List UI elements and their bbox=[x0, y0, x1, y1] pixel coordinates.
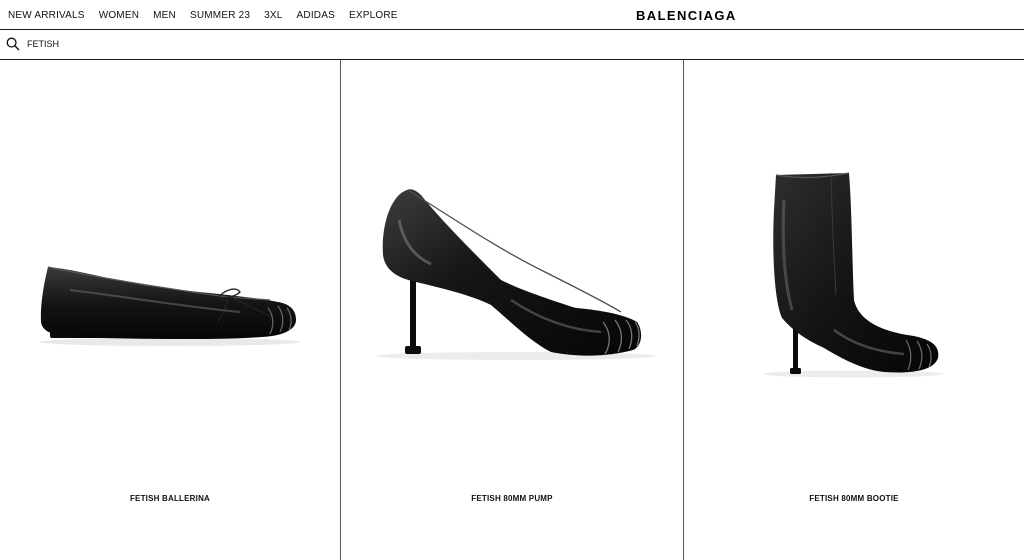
main-nav: NEW ARRIVALS WOMEN MEN SUMMER 23 3XL ADI… bbox=[8, 10, 412, 21]
product-image-bootie[interactable] bbox=[684, 60, 1024, 460]
product-name[interactable]: FETISH BALLERINA bbox=[0, 494, 340, 503]
nav-adidas[interactable]: ADIDAS bbox=[297, 10, 335, 21]
nav-women[interactable]: WOMEN bbox=[99, 10, 139, 21]
nav-men[interactable]: MEN bbox=[153, 10, 176, 21]
product-image-ballerina[interactable] bbox=[0, 60, 340, 460]
nav-3xl[interactable]: 3XL bbox=[264, 10, 282, 21]
top-navigation-bar: NEW ARRIVALS WOMEN MEN SUMMER 23 3XL ADI… bbox=[0, 0, 1024, 30]
nav-new-arrivals[interactable]: NEW ARRIVALS bbox=[8, 10, 85, 21]
search-bar bbox=[0, 30, 1024, 60]
nav-summer-23[interactable]: SUMMER 23 bbox=[190, 10, 250, 21]
search-icon[interactable] bbox=[6, 37, 20, 51]
nav-explore[interactable]: EXPLORE bbox=[349, 10, 398, 21]
product-image-pump[interactable] bbox=[341, 60, 684, 460]
search-input[interactable] bbox=[27, 36, 327, 52]
brand-logo[interactable]: BALENCIAGA bbox=[636, 8, 737, 23]
product-card-bootie[interactable]: FETISH 80MM BOOTIE bbox=[683, 60, 1024, 560]
product-name[interactable]: FETISH 80MM BOOTIE bbox=[684, 494, 1024, 503]
product-name[interactable]: FETISH 80MM PUMP bbox=[341, 494, 683, 503]
product-card-ballerina[interactable]: FETISH BALLERINA bbox=[0, 60, 340, 560]
product-grid: FETISH BALLERINA FETISH 80MM PUMP FETISH… bbox=[0, 60, 1024, 560]
product-card-pump[interactable]: FETISH 80MM PUMP bbox=[340, 60, 683, 560]
